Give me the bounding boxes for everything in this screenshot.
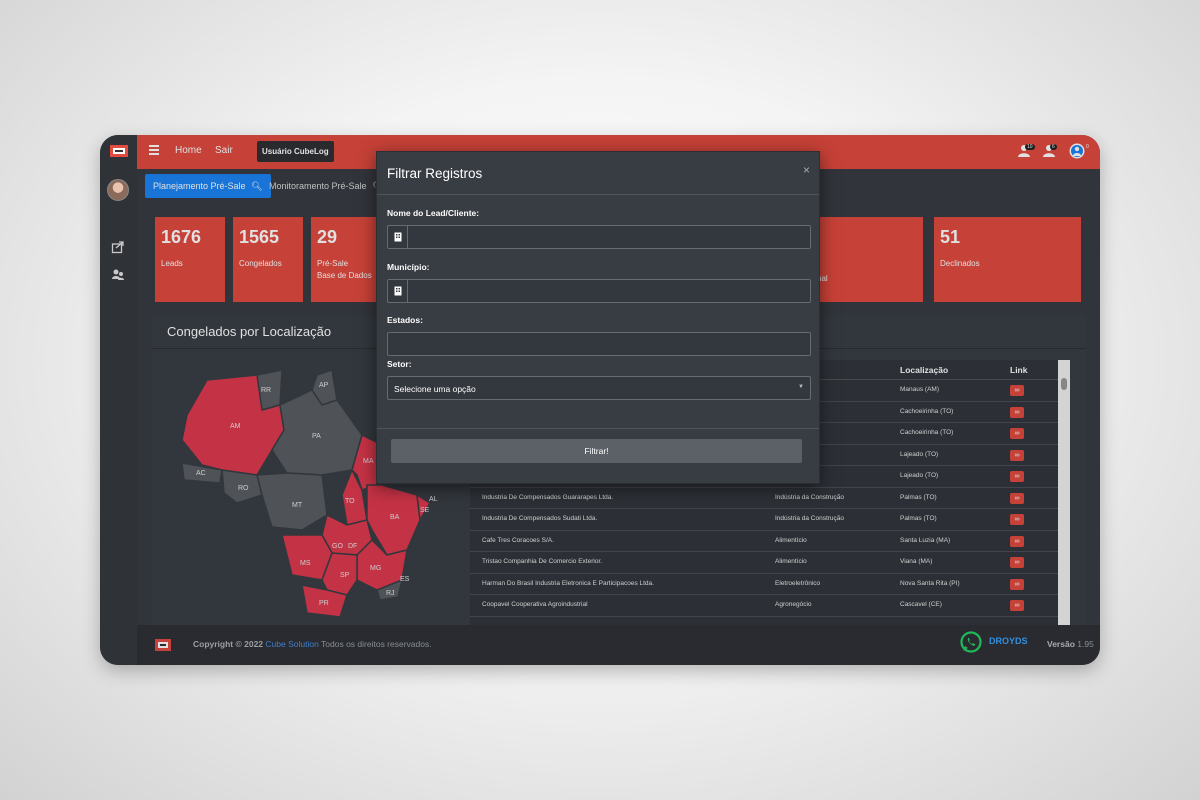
- municipio-field-label: Município:: [387, 262, 430, 272]
- lead-field-label: Nome do Lead/Cliente:: [387, 208, 480, 218]
- chevron-down-icon: ▼: [798, 384, 804, 390]
- building-icon: [388, 226, 408, 248]
- modal-title: Filtrar Registros: [387, 166, 483, 181]
- setor-select[interactable]: Selecione uma opção ▼: [387, 376, 811, 400]
- setor-selected-value: Selecione uma opção: [394, 384, 476, 394]
- lead-name-input[interactable]: [387, 225, 811, 249]
- filter-modal: Filtrar Registros × Nome do Lead/Cliente…: [376, 151, 820, 484]
- municipio-input[interactable]: [387, 279, 811, 303]
- users-icon[interactable]: [111, 267, 125, 281]
- setor-field-label: Setor:: [387, 359, 412, 369]
- cube-logo-icon[interactable]: [108, 142, 130, 160]
- share-icon[interactable]: [111, 240, 125, 254]
- building-icon: [388, 280, 408, 302]
- modal-divider: [377, 428, 819, 429]
- sidebar: [100, 135, 137, 665]
- app-window: Home Sair Usuário CubeLog 10 6 0 Planeja…: [100, 135, 1100, 665]
- filter-submit-button[interactable]: Filtrar!: [391, 439, 802, 463]
- estados-field-label: Estados:: [387, 315, 423, 325]
- estados-input[interactable]: [387, 332, 811, 356]
- close-icon[interactable]: ×: [803, 163, 810, 177]
- avatar[interactable]: [107, 179, 129, 201]
- modal-divider: [377, 194, 819, 195]
